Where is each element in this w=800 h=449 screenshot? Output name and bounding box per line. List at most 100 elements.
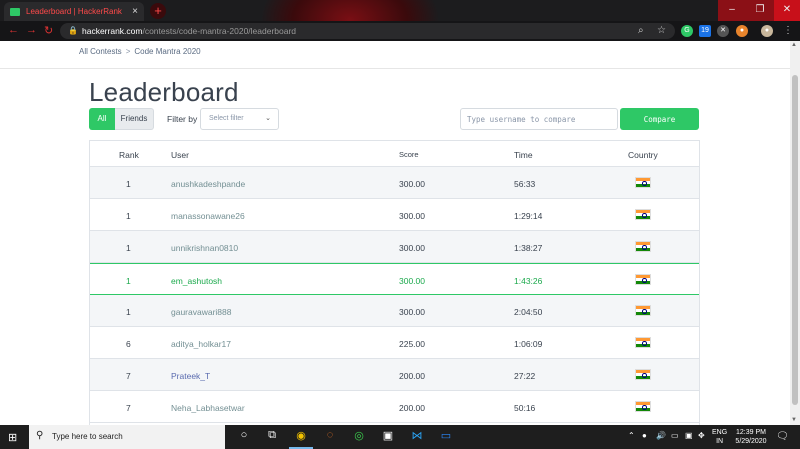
zoom-search-icon[interactable]: ⌕	[638, 25, 644, 36]
scroll-up-arrow-icon[interactable]: ▲	[791, 42, 797, 48]
page-scrollbar[interactable]: ▲ ▼	[790, 41, 800, 425]
tray-chevron-up-icon[interactable]: ⌃	[628, 431, 635, 440]
clock-date: 5/29/2020	[735, 438, 767, 445]
battery-icon[interactable]: ▭	[671, 431, 679, 440]
row-username[interactable]: em_ashutosh	[171, 276, 222, 286]
chrome-icon[interactable]: ◉	[293, 429, 309, 442]
reload-icon[interactable]: ↻	[44, 24, 53, 37]
clock-time: 12:39 PM	[736, 429, 766, 436]
url-path: /contests/code-mantra-2020/leaderboard	[142, 26, 297, 36]
table-row[interactable]: 1 anushkadeshpande 300.00 56:33	[90, 167, 699, 199]
window-close-button[interactable]: ✕	[774, 0, 800, 21]
india-flag-icon	[635, 241, 651, 252]
row-username[interactable]: unnikrishnan0810	[171, 243, 238, 253]
taskbar-search-placeholder: Type here to search	[52, 432, 123, 441]
tab-close-icon[interactable]: ×	[132, 6, 138, 17]
address-bar[interactable]: 🔒 hackerrank.com/contests/code-mantra-20…	[60, 23, 675, 39]
filter-select-placeholder: Select filter	[209, 115, 244, 122]
language-code: ENG	[712, 429, 728, 436]
row-time: 2:04:50	[514, 307, 543, 317]
browser-menu-icon[interactable]: ⋮	[783, 25, 793, 36]
windows-start-icon[interactable]: ⊞	[8, 431, 17, 444]
header-time: Time	[514, 150, 533, 160]
row-username[interactable]: manassonawane26	[171, 211, 245, 221]
row-rank: 1	[126, 211, 131, 221]
india-flag-icon	[635, 209, 651, 220]
taskbar-search-box[interactable]: ⚲ Type here to search	[29, 425, 225, 449]
volume-icon[interactable]: 🔊	[656, 431, 666, 440]
jupyter-icon[interactable]: ◌	[322, 429, 338, 441]
extension-icon[interactable]: ✕	[717, 25, 729, 37]
india-flag-icon	[635, 305, 651, 316]
task-view-icon[interactable]: ⧉	[264, 429, 280, 442]
row-rank: 6	[126, 339, 131, 349]
compare-button[interactable]: Compare	[620, 108, 699, 130]
table-row[interactable]: 6 aditya_holkar17 225.00 1:06:09	[90, 327, 699, 359]
table-row[interactable]: 7 Neha_Labhasetwar 200.00 50:16	[90, 391, 699, 423]
leaderboard-table: Rank User Score Time Country 1 anushkade…	[89, 140, 700, 425]
row-score: 225.00	[399, 339, 425, 349]
back-arrow-icon[interactable]: ←	[8, 24, 19, 36]
row-time: 50:16	[514, 403, 536, 413]
row-score: 300.00	[399, 179, 425, 189]
row-score: 200.00	[399, 403, 425, 413]
row-rank: 1	[126, 243, 131, 253]
zoom-app-icon[interactable]: ▭	[438, 429, 454, 442]
network-icon[interactable]: ▣	[685, 431, 693, 440]
header-rank: Rank	[119, 150, 139, 160]
current-user-row[interactable]: 1 em_ashutosh 300.00 1:43:26	[90, 263, 699, 295]
window-minimize-button[interactable]: –	[718, 0, 746, 21]
filter-select[interactable]: Select filter ⌄	[200, 108, 279, 130]
row-rank: 1	[126, 276, 131, 286]
row-time: 56:33	[514, 179, 536, 189]
store-icon[interactable]: ▣	[380, 429, 396, 442]
compare-username-input[interactable]	[460, 108, 618, 130]
table-row[interactable]: 1 gauravawari888 300.00 2:04:50	[90, 295, 699, 327]
language-indicator[interactable]: ENG IN	[712, 428, 727, 446]
row-username[interactable]: aditya_holkar17	[171, 339, 231, 349]
browser-tab-leaderboard[interactable]: Leaderboard | HackerRank ×	[4, 2, 144, 21]
grammarly-extension-icon[interactable]: G	[681, 25, 693, 37]
notifications-icon[interactable]: 🗨	[776, 431, 789, 442]
forward-arrow-icon[interactable]: →	[26, 24, 37, 36]
hackerrank-favicon-icon	[10, 7, 20, 16]
tray-app-icon[interactable]: ●	[642, 431, 647, 440]
row-score: 300.00	[399, 211, 425, 221]
row-username[interactable]: gauravawari888	[171, 307, 231, 317]
window-maximize-button[interactable]: ❐	[746, 0, 774, 21]
page-title: Leaderboard	[89, 77, 239, 107]
india-flag-icon	[635, 177, 651, 188]
url-text[interactable]: hackerrank.com/contests/code-mantra-2020…	[82, 26, 296, 36]
row-username[interactable]: Neha_Labhasetwar	[171, 403, 245, 413]
new-tab-button[interactable]: +	[150, 3, 166, 19]
row-score: 300.00	[399, 243, 425, 253]
tab-all[interactable]: All	[89, 108, 115, 130]
table-row[interactable]: 1 unnikrishnan0810 300.00 1:38:27	[90, 231, 699, 263]
row-rank: 1	[126, 307, 131, 317]
extension-icon-2[interactable]: ●	[736, 25, 748, 37]
app-icon[interactable]: ◎	[351, 429, 367, 442]
breadcrumb-all-contests[interactable]: All Contests	[79, 47, 122, 56]
scroll-down-arrow-icon[interactable]: ▼	[791, 417, 797, 423]
dropbox-icon[interactable]: ✥	[698, 431, 705, 440]
row-time: 1:06:09	[514, 339, 543, 349]
scrollbar-thumb[interactable]	[792, 75, 798, 405]
chevron-down-icon: ⌄	[265, 115, 271, 122]
row-username[interactable]: Prateek_T	[171, 371, 210, 381]
profile-avatar[interactable]: ●	[761, 25, 773, 37]
breadcrumb-separator: >	[125, 47, 131, 56]
bookmark-star-icon[interactable]: ☆	[657, 25, 666, 36]
filter-label: Filter by	[167, 114, 198, 124]
table-row[interactable]: 7 Prateek_T 200.00 27:22	[90, 359, 699, 391]
vscode-icon[interactable]: ⋈	[409, 429, 425, 442]
calendar-extension-icon[interactable]: 19	[699, 25, 711, 37]
india-flag-icon	[635, 401, 651, 412]
taskbar-clock[interactable]: 12:39 PM 5/29/2020	[733, 428, 769, 446]
table-row[interactable]: 1 manassonawane26 300.00 1:29:14	[90, 199, 699, 231]
cortana-icon[interactable]: ○	[236, 429, 252, 441]
tab-friends[interactable]: Friends	[115, 108, 154, 130]
breadcrumb-contest[interactable]: Code Mantra 2020	[134, 47, 200, 56]
india-flag-icon	[635, 274, 651, 285]
row-username[interactable]: anushkadeshpande	[171, 179, 245, 189]
lock-icon: 🔒	[68, 26, 78, 35]
